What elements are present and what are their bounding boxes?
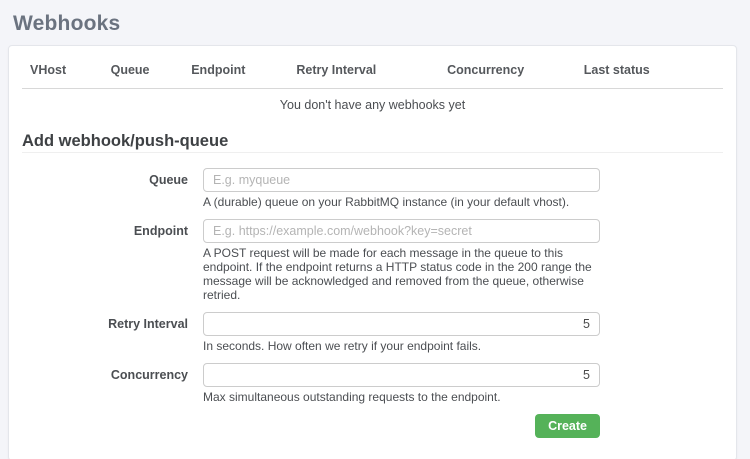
column-header-retry-interval: Retry Interval xyxy=(288,46,439,89)
endpoint-help-text: A POST request will be made for each mes… xyxy=(203,246,600,302)
retry-interval-form-group: Retry Interval In seconds. How often we … xyxy=(22,312,723,353)
retry-interval-input[interactable] xyxy=(203,312,600,336)
webhooks-table: VHost Queue Endpoint Retry Interval Conc… xyxy=(22,46,723,123)
retry-interval-help-text: In seconds. How often we retry if your e… xyxy=(203,339,600,353)
column-header-endpoint: Endpoint xyxy=(183,46,288,89)
concurrency-input[interactable] xyxy=(203,363,600,387)
queue-input[interactable] xyxy=(203,168,600,192)
webhooks-card: VHost Queue Endpoint Retry Interval Conc… xyxy=(8,45,737,459)
column-header-concurrency: Concurrency xyxy=(439,46,576,89)
column-header-queue: Queue xyxy=(103,46,184,89)
page-title: Webhooks xyxy=(0,0,750,45)
column-header-last-status: Last status xyxy=(576,46,723,89)
table-header-row: VHost Queue Endpoint Retry Interval Conc… xyxy=(22,46,723,89)
endpoint-form-group: Endpoint A POST request will be made for… xyxy=(22,219,723,302)
empty-state-message: You don't have any webhooks yet xyxy=(22,89,723,124)
queue-help-text: A (durable) queue on your RabbitMQ insta… xyxy=(203,195,600,209)
endpoint-input[interactable] xyxy=(203,219,600,243)
column-header-vhost: VHost xyxy=(22,46,103,89)
form-actions-row: Create xyxy=(22,414,723,438)
retry-interval-label: Retry Interval xyxy=(22,312,203,353)
concurrency-help-text: Max simultaneous outstanding requests to… xyxy=(203,390,600,404)
queue-form-group: Queue A (durable) queue on your RabbitMQ… xyxy=(22,168,723,209)
concurrency-form-group: Concurrency Max simultaneous outstanding… xyxy=(22,363,723,404)
add-webhook-form: Queue A (durable) queue on your RabbitMQ… xyxy=(22,168,723,438)
endpoint-label: Endpoint xyxy=(22,219,203,302)
add-webhook-section-title: Add webhook/push-queue xyxy=(22,133,723,153)
create-button[interactable]: Create xyxy=(535,414,600,438)
queue-label: Queue xyxy=(22,168,203,209)
concurrency-label: Concurrency xyxy=(22,363,203,404)
empty-state-row: You don't have any webhooks yet xyxy=(22,89,723,124)
